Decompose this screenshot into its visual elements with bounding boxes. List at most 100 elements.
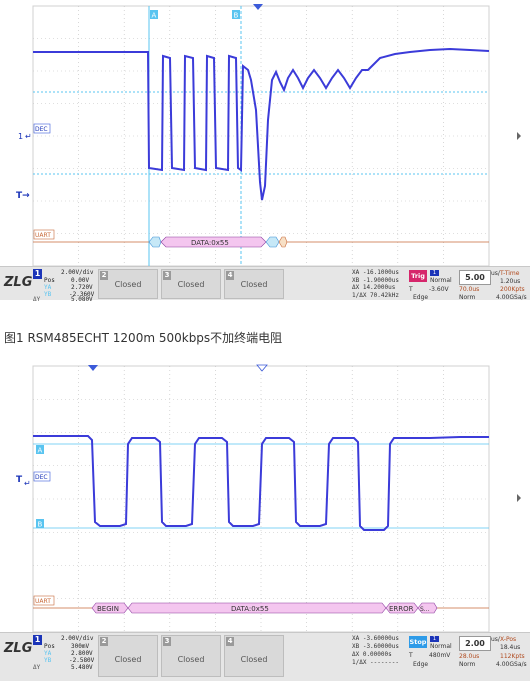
trig-t-label: T bbox=[409, 652, 413, 659]
trigger-settings[interactable]: Trig 1 Normal T -3.60V Edge bbox=[409, 270, 459, 301]
extra-title: T-Time bbox=[500, 270, 520, 277]
ch4-state: Closed bbox=[240, 280, 268, 289]
ch2-settings[interactable]: 2 Closed bbox=[98, 269, 158, 299]
cursor-readout[interactable]: XA -16.1000us XB -1.90000us ΔX 14.2000us… bbox=[352, 269, 408, 299]
trig-button[interactable]: Trig bbox=[409, 270, 427, 282]
ch1-ya-value: 2.720V bbox=[71, 284, 93, 291]
cursor-dx: ΔX 0.00000s bbox=[352, 651, 392, 658]
dec-tag: DEC bbox=[35, 126, 48, 133]
extra-value: 18.4us bbox=[500, 644, 521, 651]
ch3-settings[interactable]: 3 Closed bbox=[161, 635, 221, 677]
dec-tag: DEC bbox=[35, 474, 48, 481]
figure-caption: 图1 RSM485ECHT 1200m 500kbps不加终端电阻 bbox=[4, 331, 283, 345]
ch1-settings[interactable]: 1 2.00V/div Pos 0.00V YA 2.720V YB -2.36… bbox=[33, 269, 97, 303]
ch3-state: Closed bbox=[177, 655, 205, 664]
uart-tag: UART bbox=[35, 232, 51, 239]
decode-data-label: DATA:0x55 bbox=[191, 239, 229, 247]
cursor-b-marker[interactable]: B bbox=[38, 521, 43, 529]
ch1-ground-icon: ↵ bbox=[24, 479, 31, 488]
ch3-state: Closed bbox=[177, 280, 205, 289]
trig-mode: Normal bbox=[430, 643, 452, 650]
trigger-settings[interactable]: Stop 1 Normal T 480mV Edge bbox=[409, 636, 459, 668]
ch1-pos-label: Pos bbox=[44, 643, 55, 650]
waveform-screen-1: A B 1 ↵ DEC T→ UART DATA:0x55 bbox=[16, 4, 521, 266]
ch1-ground-icon: ↵ bbox=[25, 132, 32, 141]
ch1-scale: 2.00V/div bbox=[61, 269, 94, 276]
timebase-unit: us/ bbox=[491, 636, 500, 643]
decode-error-label: ERROR bbox=[389, 605, 414, 613]
stop-button[interactable]: Stop bbox=[409, 636, 427, 648]
trigger-level-icon[interactable]: T bbox=[16, 475, 23, 485]
timebase-settings[interactable]: 5.00 us/ 70.0us Norm bbox=[459, 270, 500, 301]
status-bar-2: ZLG 1 2.00V/div Pos 300mV YA 2.800V YB -… bbox=[0, 632, 530, 681]
zlg-logo: ZLG bbox=[4, 641, 33, 656]
extra-value: 1.20us bbox=[500, 278, 521, 285]
ch3-settings[interactable]: 3 Closed bbox=[161, 269, 221, 299]
ch1-pos-label: Pos bbox=[44, 277, 55, 284]
trig-type: Edge bbox=[413, 661, 429, 668]
timebase-delay: 28.0us bbox=[459, 653, 480, 660]
ch1-settings[interactable]: 1 2.00V/div Pos 300mV YA 2.800V YB -2.58… bbox=[33, 635, 97, 671]
acq-mode: Norm bbox=[459, 294, 476, 301]
ch1-yb-label: YB bbox=[44, 291, 52, 298]
ch4-state: Closed bbox=[240, 655, 268, 664]
ch1-pos-value: 0.00V bbox=[71, 277, 90, 284]
timebase-delay: 70.0us bbox=[459, 286, 480, 293]
ch1-pos-value: 300mV bbox=[71, 643, 90, 650]
sample-rate: 4.00GSa/s bbox=[496, 661, 527, 668]
ch1-scale: 2.00V/div bbox=[61, 635, 94, 642]
ch4-badge: 4 bbox=[226, 271, 234, 280]
timebase-unit: us/ bbox=[491, 270, 500, 277]
trig-t-label: T bbox=[409, 286, 413, 293]
ch1-ya-label: YA bbox=[44, 284, 52, 291]
ch4-settings[interactable]: 4 Closed bbox=[224, 269, 284, 299]
trig-mode: Normal bbox=[430, 277, 452, 284]
ch4-badge: 4 bbox=[226, 637, 234, 646]
trig-source-badge: 1 bbox=[430, 636, 439, 642]
scope-capture-2: A B T ↵ DEC UART BEGIN DATA:0x55 ERROR S… bbox=[0, 362, 530, 681]
timebase-extra: X-Pos 18.4us 112Kpts 4.00GSa/s bbox=[496, 636, 528, 668]
cursor-readout[interactable]: XA -3.60000us XB -3.60000us ΔX 0.00000s … bbox=[352, 635, 408, 666]
ch1-dy-value: 5.080V bbox=[71, 296, 93, 303]
ch2-state: Closed bbox=[114, 280, 142, 289]
ch4-settings[interactable]: 4 Closed bbox=[224, 635, 284, 677]
timebase-settings[interactable]: 2.00 us/ 28.0us Norm bbox=[459, 636, 500, 668]
ch1-badge[interactable]: 1 bbox=[33, 269, 42, 279]
waveform-screen-2: A B T ↵ DEC UART BEGIN DATA:0x55 ERROR S… bbox=[16, 364, 521, 633]
ch1-ya-value: 2.800V bbox=[71, 650, 93, 657]
cursor-inv-dx: 1/ΔX -------- bbox=[352, 659, 399, 666]
memory-depth: 112Kpts bbox=[500, 653, 525, 660]
trig-type: Edge bbox=[413, 294, 429, 301]
memory-depth: 200Kpts bbox=[500, 286, 525, 293]
ch1-dy-label: ΔY bbox=[33, 296, 41, 303]
cursor-a-marker[interactable]: A bbox=[38, 447, 43, 455]
decode-begin-label: BEGIN bbox=[97, 605, 119, 613]
uart-tag: UART bbox=[35, 598, 51, 605]
trig-source-badge: 1 bbox=[430, 270, 439, 276]
timebase-value[interactable]: 5.00 bbox=[459, 270, 491, 285]
ch1-dy-value: 5.480V bbox=[71, 664, 93, 671]
cursor-a-marker[interactable]: A bbox=[152, 12, 157, 20]
trig-level: 480mV bbox=[429, 652, 451, 659]
decode-data-label: DATA:0x55 bbox=[231, 605, 269, 613]
ch3-badge: 3 bbox=[163, 271, 171, 280]
ch2-badge: 2 bbox=[100, 271, 108, 280]
trigger-level-icon[interactable]: T→ bbox=[16, 191, 30, 201]
scope-capture-1: A B 1 ↵ DEC T→ UART DATA:0x55 ZLG 1 2.00… bbox=[0, 0, 530, 303]
cursor-xb: XB -1.90000us bbox=[352, 277, 399, 284]
acq-mode: Norm bbox=[459, 661, 476, 668]
zlg-logo: ZLG bbox=[4, 275, 33, 290]
ch2-state: Closed bbox=[114, 655, 142, 664]
timebase-value[interactable]: 2.00 bbox=[459, 636, 491, 651]
timebase-extra: T-Time 1.20us 200Kpts 4.00GSa/s bbox=[496, 270, 528, 301]
ch1-label: 1 bbox=[18, 132, 23, 141]
cursor-xa: XA -16.1000us bbox=[352, 269, 399, 276]
ch3-badge: 3 bbox=[163, 637, 171, 646]
cursor-b-marker[interactable]: B bbox=[234, 12, 239, 20]
sample-rate: 4.00GSa/s bbox=[496, 294, 527, 301]
ch1-badge[interactable]: 1 bbox=[33, 635, 42, 645]
scroll-right-icon[interactable] bbox=[517, 494, 521, 502]
scroll-right-icon[interactable] bbox=[517, 132, 521, 140]
cursor-dx: ΔX 14.2000us bbox=[352, 284, 396, 291]
ch2-settings[interactable]: 2 Closed bbox=[98, 635, 158, 677]
